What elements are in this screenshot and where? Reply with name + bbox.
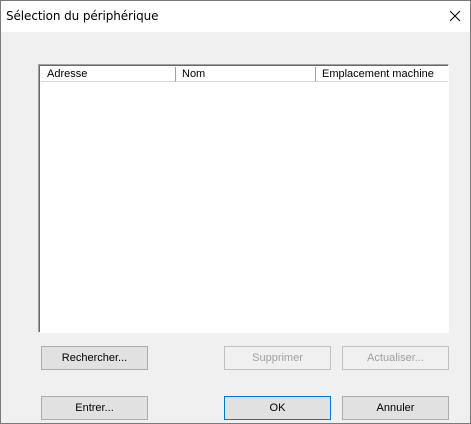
device-list[interactable]: Adresse Nom Emplacement machine <box>38 64 449 333</box>
column-header-machine-location[interactable]: Emplacement machine <box>316 67 448 82</box>
device-list-header: Adresse Nom Emplacement machine <box>41 67 448 82</box>
ok-button[interactable]: OK <box>224 396 331 420</box>
close-icon <box>449 10 461 22</box>
column-header-address[interactable]: Adresse <box>41 67 176 82</box>
delete-button[interactable]: Supprimer <box>224 346 331 370</box>
cancel-button[interactable]: Annuler <box>342 396 449 420</box>
close-button[interactable] <box>442 3 468 29</box>
search-button[interactable]: Rechercher... <box>41 346 148 370</box>
column-header-name[interactable]: Nom <box>176 67 316 82</box>
enter-button[interactable]: Entrer... <box>41 396 148 420</box>
refresh-button[interactable]: Actualiser... <box>342 346 449 370</box>
title-bar: Sélection du périphérique <box>1 1 470 32</box>
device-selection-dialog: Sélection du périphérique Adresse Nom Em… <box>0 0 471 424</box>
window-title: Sélection du périphérique <box>6 9 159 23</box>
